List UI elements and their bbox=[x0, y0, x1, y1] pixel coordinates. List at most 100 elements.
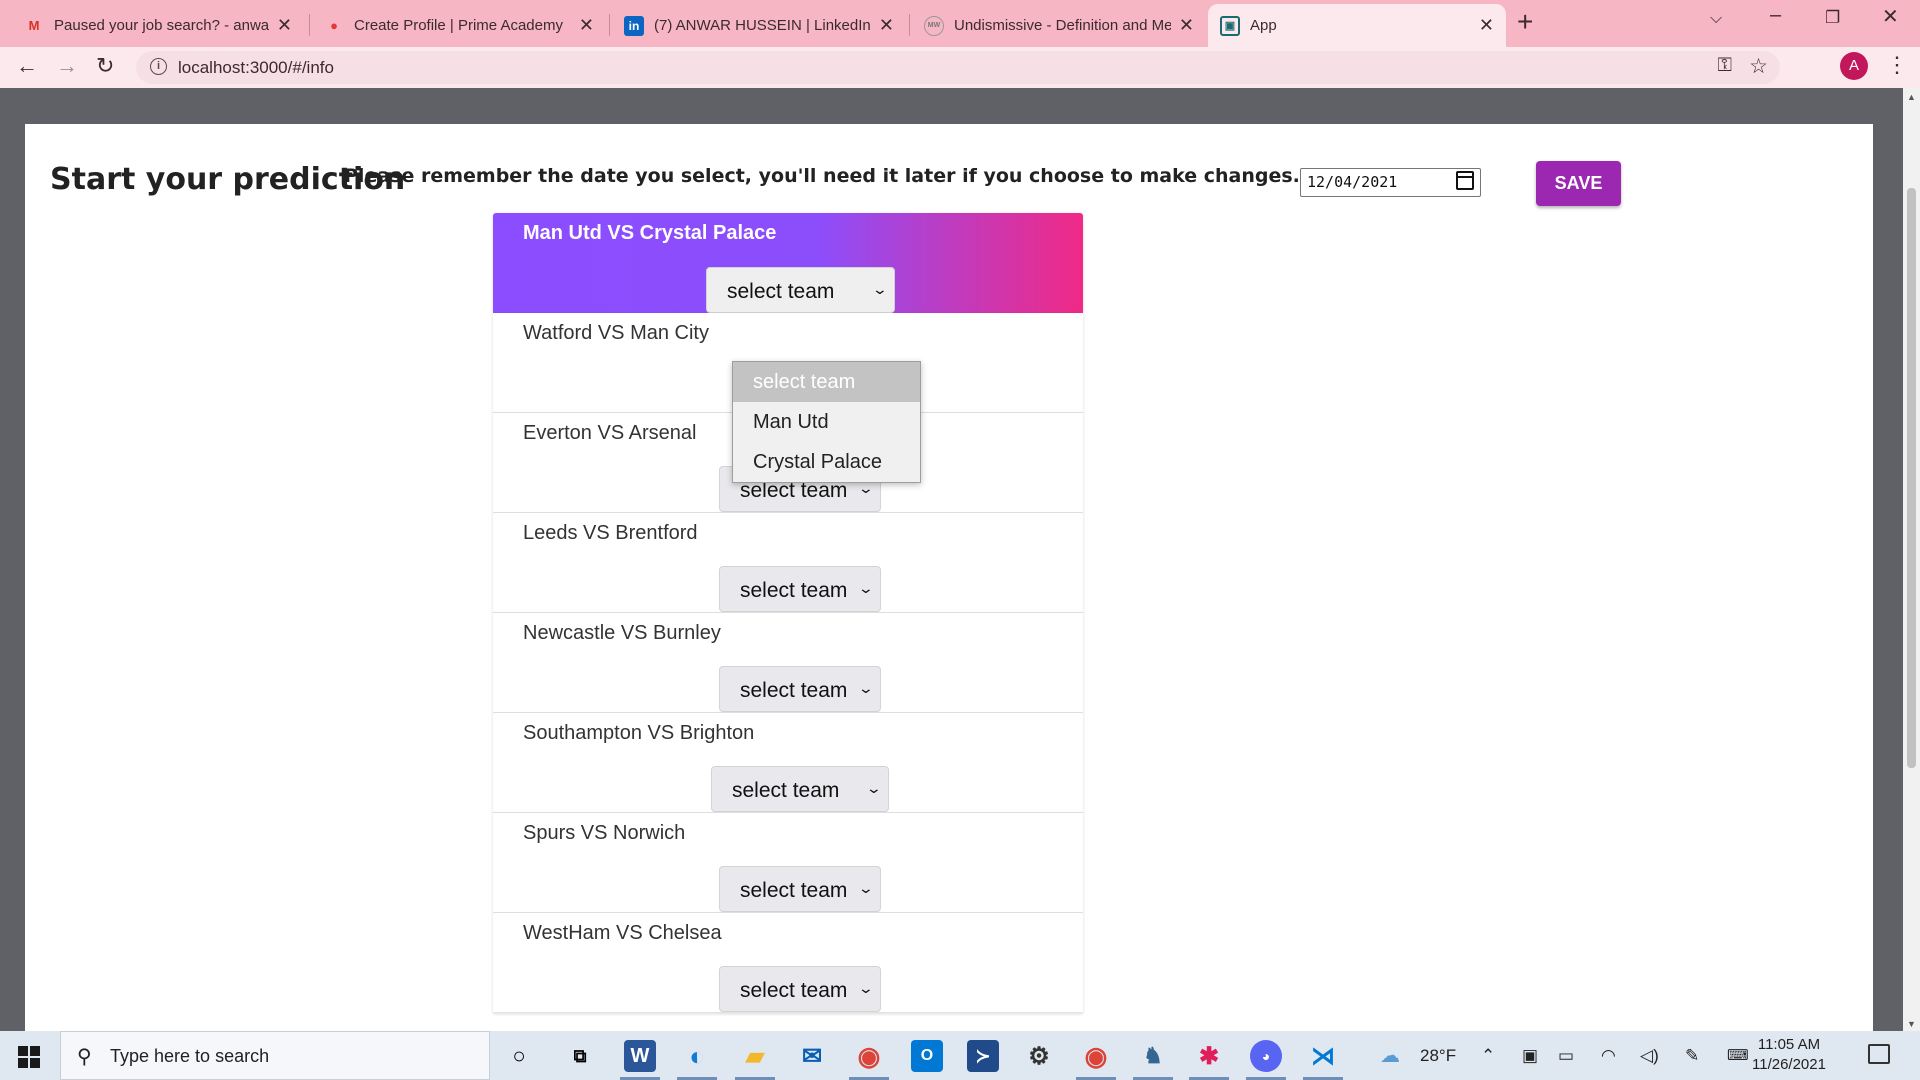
date-input[interactable]: 12/04/2021 bbox=[1300, 168, 1481, 197]
match-title: WestHam VS Chelsea bbox=[523, 922, 722, 944]
apple-icon: ● bbox=[330, 18, 338, 33]
scroll-down-arrow-icon[interactable]: ▼ bbox=[1907, 1019, 1916, 1029]
chevron-down-icon: ⌄ bbox=[857, 880, 875, 896]
settings-gear-icon[interactable]: ⚙ bbox=[1023, 1040, 1055, 1072]
chrome-icon[interactable]: ◉ bbox=[849, 1040, 889, 1080]
slack-icon[interactable]: ✱ bbox=[1189, 1040, 1229, 1080]
chevron-down-icon: ⌄ bbox=[857, 680, 875, 696]
browser-toolbar: ← → ↻ i localhost:3000/#/info ⚿ ☆ A ⋮ bbox=[0, 47, 1920, 88]
match-card: Leeds VS Brentford select team ⌄ bbox=[493, 513, 1083, 613]
match-title: Leeds VS Brentford bbox=[523, 522, 698, 544]
match-card: Southampton VS Brighton select team ⌄ bbox=[493, 713, 1083, 813]
tab-gmail[interactable]: M Paused your job search? - anwar ✕ bbox=[12, 4, 304, 47]
match-title: Watford VS Man City bbox=[523, 322, 709, 344]
tab-merriam-webster[interactable]: MW Undismissive - Definition and Me ✕ bbox=[912, 4, 1206, 47]
taskbar-search-box[interactable]: ⚲ Type here to search bbox=[60, 1031, 490, 1080]
file-explorer-icon[interactable]: ▰ bbox=[735, 1040, 775, 1080]
close-icon[interactable]: ✕ bbox=[1479, 15, 1494, 36]
back-arrow-icon[interactable]: ← bbox=[16, 53, 38, 79]
windows-start-icon[interactable] bbox=[18, 1046, 40, 1068]
tab-separator bbox=[609, 14, 610, 36]
taskbar-search-placeholder: Type here to search bbox=[110, 1046, 270, 1066]
team-select[interactable]: select team ⌄ bbox=[719, 966, 881, 1012]
tray-chevron-up-icon[interactable]: ⌃ bbox=[1481, 1046, 1495, 1066]
window-close-button[interactable]: ✕ bbox=[1882, 4, 1899, 29]
tab-prime-academy[interactable]: ● Create Profile | Prime Academy ✕ bbox=[312, 4, 606, 47]
site-info-icon[interactable]: i bbox=[150, 58, 167, 75]
restore-button[interactable]: ❐ bbox=[1825, 8, 1840, 28]
system-clock[interactable]: 11:05 AM 11/26/2021 bbox=[1752, 1035, 1826, 1075]
reload-icon[interactable]: ↻ bbox=[96, 53, 114, 79]
merriam-webster-icon: MW bbox=[924, 15, 944, 36]
close-icon[interactable]: ✕ bbox=[277, 15, 292, 36]
cortana-icon[interactable]: ○ bbox=[503, 1040, 535, 1072]
team-select[interactable]: select team ⌄ bbox=[711, 766, 889, 812]
match-title: Man Utd VS Crystal Palace bbox=[523, 222, 777, 244]
mail-icon[interactable]: ✉ bbox=[796, 1040, 828, 1072]
new-tab-button[interactable]: + bbox=[1517, 6, 1533, 38]
match-title: Everton VS Arsenal bbox=[523, 422, 697, 444]
temperature[interactable]: 28°F bbox=[1420, 1046, 1456, 1066]
key-icon[interactable]: ⚿ bbox=[1718, 55, 1732, 77]
task-view-icon[interactable]: ⧉ bbox=[564, 1040, 596, 1072]
close-icon[interactable]: ✕ bbox=[579, 15, 594, 36]
pen-icon[interactable]: ✎ bbox=[1685, 1046, 1699, 1066]
chevron-down-icon: ⌄ bbox=[857, 980, 875, 996]
url-text[interactable]: localhost:3000/#/info bbox=[178, 58, 334, 78]
dropdown-option[interactable]: Crystal Palace bbox=[733, 442, 920, 482]
team-select[interactable]: select team ⌄ bbox=[719, 866, 881, 912]
close-icon[interactable]: ✕ bbox=[1179, 15, 1194, 36]
address-bar[interactable]: i localhost:3000/#/info ⚿ ☆ bbox=[136, 51, 1780, 84]
word-icon[interactable]: W bbox=[620, 1040, 660, 1080]
edge-icon[interactable]: ◐ bbox=[677, 1040, 717, 1080]
meet-now-icon[interactable]: ▣ bbox=[1522, 1046, 1538, 1066]
calendar-icon[interactable] bbox=[1456, 171, 1474, 190]
tab-title: Paused your job search? - anwar bbox=[54, 17, 269, 34]
team-select-value: select team bbox=[740, 579, 848, 602]
team-select-value: select team bbox=[740, 879, 848, 902]
tab-title: Undismissive - Definition and Me bbox=[954, 17, 1171, 34]
page-scrollbar[interactable]: ▲ ▼ bbox=[1903, 88, 1920, 1031]
close-icon[interactable]: ✕ bbox=[879, 15, 894, 36]
weather-cloud-icon[interactable]: ☁ bbox=[1380, 1043, 1400, 1068]
team-select[interactable]: select team ⌄ bbox=[719, 666, 881, 712]
postgresql-elephant-icon[interactable]: ♞ bbox=[1133, 1040, 1173, 1080]
vscode-icon[interactable]: ⋊ bbox=[1303, 1040, 1343, 1080]
wifi-icon[interactable]: ◠ bbox=[1601, 1046, 1616, 1066]
save-button[interactable]: SAVE bbox=[1536, 161, 1621, 206]
bookmark-star-icon[interactable]: ☆ bbox=[1749, 54, 1768, 79]
gmail-icon: M bbox=[28, 18, 40, 33]
notification-icon[interactable] bbox=[1868, 1044, 1890, 1064]
date-reminder-note: Please remember the date you select, you… bbox=[344, 165, 1300, 187]
tab-separator bbox=[909, 14, 910, 36]
tab-app[interactable]: ▣ App ✕ bbox=[1208, 4, 1506, 47]
profile-avatar[interactable]: A bbox=[1840, 52, 1868, 80]
scrollbar-thumb[interactable] bbox=[1907, 188, 1916, 768]
chrome-profile-icon[interactable]: ◉ bbox=[1076, 1040, 1116, 1080]
dropdown-option[interactable]: Man Utd bbox=[733, 402, 920, 442]
discord-icon[interactable]: ◕ bbox=[1246, 1040, 1286, 1080]
tab-linkedin[interactable]: in (7) ANWAR HUSSEIN | LinkedIn ✕ bbox=[612, 4, 906, 47]
browser-tab-strip: M Paused your job search? - anwar ✕ ● Cr… bbox=[0, 0, 1920, 47]
outlook-icon[interactable]: O bbox=[911, 1040, 943, 1072]
match-title: Southampton VS Brighton bbox=[523, 722, 755, 744]
team-select[interactable]: select team ⌄ bbox=[719, 566, 881, 612]
scroll-up-arrow-icon[interactable]: ▲ bbox=[1907, 92, 1916, 102]
battery-icon[interactable]: ▭ bbox=[1558, 1046, 1574, 1066]
tab-separator bbox=[309, 14, 310, 36]
clock-date: 11/26/2021 bbox=[1752, 1056, 1826, 1073]
minimize-button[interactable]: – bbox=[1770, 4, 1781, 27]
team-select-value: select team bbox=[732, 779, 840, 802]
team-select[interactable]: select team ⌄ bbox=[706, 267, 895, 313]
keyboard-icon[interactable]: ⌨ bbox=[1727, 1046, 1749, 1064]
menu-kebab-icon[interactable]: ⋮ bbox=[1886, 52, 1908, 78]
tab-search-chevron-icon[interactable]: ⌵ bbox=[1710, 10, 1722, 28]
volume-icon[interactable]: ◁) bbox=[1640, 1046, 1659, 1066]
chevron-down-icon: ⌄ bbox=[857, 580, 875, 596]
powershell-icon[interactable]: ≻ bbox=[967, 1040, 999, 1072]
chevron-down-icon: ⌄ bbox=[865, 780, 883, 796]
dropdown-option[interactable]: select team bbox=[733, 362, 920, 402]
team-select-value: select team bbox=[740, 679, 848, 702]
search-icon: ⚲ bbox=[77, 1046, 92, 1068]
forward-arrow-icon[interactable]: → bbox=[56, 53, 78, 79]
